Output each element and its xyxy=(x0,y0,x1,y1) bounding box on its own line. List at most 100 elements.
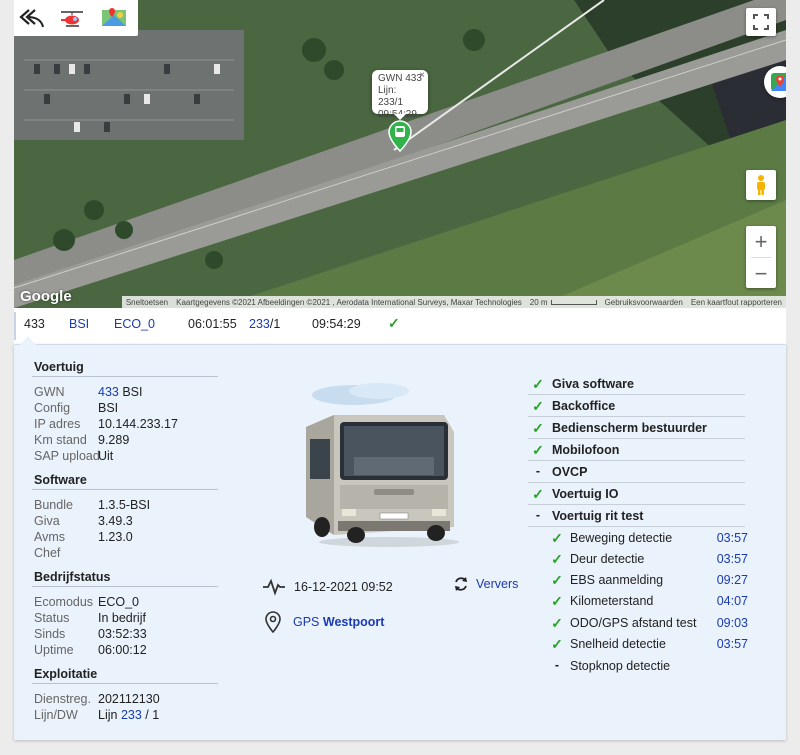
km-value: 9.289 xyxy=(98,433,130,447)
system-label: Bedienscherm bestuurder xyxy=(552,421,707,435)
row-time-last: 09:54:29 xyxy=(312,317,361,331)
rit-test-time: 09:03 xyxy=(716,616,748,630)
row-indicator xyxy=(14,312,16,340)
chef-label: Chef xyxy=(34,546,61,560)
rit-test-time: 03:57 xyxy=(716,531,748,545)
keyboard-shortcuts-link[interactable]: Sneltoetsen xyxy=(122,298,172,307)
config-value: BSI xyxy=(98,401,119,415)
system-item-bedienscherm: ✓ Bedienscherm bestuurder xyxy=(528,417,745,439)
report-error-link[interactable]: Een kaartfout rapporteren xyxy=(687,298,786,307)
google-logo: Google xyxy=(20,288,72,305)
row-line: 233/1 xyxy=(249,317,280,331)
rit-test-label: Kilometerstand xyxy=(570,594,654,608)
row-line-link[interactable]: 233 xyxy=(249,317,270,331)
rit-test-time: 03:57 xyxy=(716,637,748,651)
sinds-label: Sinds xyxy=(34,627,66,641)
refresh-label: Ververs xyxy=(476,577,519,591)
check-icon: ✓ xyxy=(551,615,563,631)
dienstreg-value: 202112130 xyxy=(98,692,160,706)
lijn-number-link[interactable]: 233 xyxy=(121,708,142,722)
helicopter-icon[interactable] xyxy=(54,4,90,32)
bundle-label: Bundle xyxy=(34,498,73,512)
bedrijfstatus-title: Bedrijfstatus xyxy=(34,570,111,584)
status-value: In bedrijf xyxy=(98,611,146,625)
infowindow-close-button[interactable]: × xyxy=(419,70,425,82)
ecomodus-value: ECO_0 xyxy=(98,595,139,609)
gwn-value: 433 BSI xyxy=(98,385,142,399)
check-icon: ✓ xyxy=(551,636,563,652)
avms-value: 1.23.0 xyxy=(98,530,133,544)
config-label: Config xyxy=(34,401,71,415)
exploitatie-rule xyxy=(32,683,218,684)
sap-value: Uit xyxy=(98,449,114,463)
scale-bar xyxy=(550,299,597,305)
voertuig-rule xyxy=(32,376,218,377)
rit-test-time: 03:57 xyxy=(716,552,748,566)
ip-value-link[interactable]: 10.144.233.17 xyxy=(98,417,178,431)
ecomodus-label: Ecomodus xyxy=(34,595,94,609)
rit-test-label: Deur detectie xyxy=(570,552,645,566)
avms-label: Avms xyxy=(34,530,66,544)
map-attribution: Sneltoetsen Kaartgegevens ©2021 Afbeeldi… xyxy=(121,296,786,308)
row-status-check-icon: ✓ xyxy=(388,315,400,331)
check-icon: ✓ xyxy=(532,420,544,436)
vehicle-detail-panel: Voertuig GWN 433 BSI Config BSI IP adres… xyxy=(14,336,786,740)
fullscreen-button[interactable] xyxy=(746,8,776,36)
map-data-text: Kaartgegevens ©2021 Afbeeldingen ©2021 ,… xyxy=(176,297,522,307)
system-item-voertuig-io: ✓ Voertuig IO xyxy=(528,483,745,505)
activity-icon xyxy=(262,578,286,601)
fullscreen-icon xyxy=(753,14,769,30)
bus-marker-icon[interactable] xyxy=(388,120,412,157)
rit-test-time: 04:07 xyxy=(716,594,748,608)
row-line-suffix: /1 xyxy=(269,317,281,331)
sinds-value: 03:52:33 xyxy=(98,627,147,641)
map-layer-icon[interactable] xyxy=(96,4,132,32)
dash-icon: - xyxy=(535,464,541,478)
bedrijfstatus-rule xyxy=(32,586,218,587)
check-icon: ✓ xyxy=(532,442,544,458)
system-item-ovcp: - OVCP xyxy=(528,461,745,483)
lijn-dw-value: Lijn 233 / 1 xyxy=(98,708,159,722)
software-title: Software xyxy=(34,473,87,487)
system-label: Giva software xyxy=(552,377,634,391)
giva-value: 3.49.3 xyxy=(98,514,133,528)
rit-test-snelheid: ✓ Snelheid detectie 03:57 xyxy=(548,635,748,656)
gps-location-link[interactable]: Westpoort xyxy=(323,615,385,629)
infowindow-line: Lijn: 233/1 xyxy=(378,85,404,108)
refresh-button[interactable]: Ververs xyxy=(452,575,518,593)
status-label: Status xyxy=(34,611,70,625)
back-icon[interactable] xyxy=(14,4,50,32)
gwn-owner: BSI xyxy=(118,385,143,399)
gwn-number-link[interactable]: 433 xyxy=(98,385,119,399)
terms-link[interactable]: Gebruiksvoorwaarden xyxy=(601,298,687,307)
check-icon: ✓ xyxy=(551,593,563,609)
system-label: Voertuig IO xyxy=(552,487,619,501)
check-icon: ✓ xyxy=(532,398,544,414)
row-owner-link[interactable]: BSI xyxy=(69,317,89,331)
system-item-mobilofoon: ✓ Mobilofoon xyxy=(528,439,745,461)
zoom-out-button[interactable]: − xyxy=(746,258,776,289)
rit-test-label: EBS aanmelding xyxy=(570,573,664,587)
ip-label: IP adres xyxy=(34,417,81,431)
zoom-in-button[interactable]: + xyxy=(746,226,776,257)
rit-test-deur: ✓ Deur detectie 03:57 xyxy=(548,550,748,571)
sap-label: SAP upload xyxy=(34,449,100,463)
vehicle-row[interactable]: 433 BSI ECO_0 06:01:55 233/1 09:54:29 ✓ xyxy=(14,308,786,344)
check-icon: ✓ xyxy=(551,572,563,588)
street-view-button[interactable] xyxy=(746,170,776,200)
system-label: Backoffice xyxy=(552,399,616,413)
km-label: Km stand xyxy=(34,433,87,447)
lijn-dw-suffix: / 1 xyxy=(141,708,160,722)
system-item-voertuig-rit-test: - Voertuig rit test xyxy=(528,505,745,527)
vehicle-infowindow: × GWN 433 Lijn: 233/1 09:54:29 xyxy=(372,70,428,120)
rit-test-odo-gps: ✓ ODO/GPS afstand test 09:03 xyxy=(548,614,748,635)
dash-icon: - xyxy=(535,508,541,522)
infowindow-gwn: GWN 433 xyxy=(378,73,422,84)
row-mode-link[interactable]: ECO_0 xyxy=(114,317,155,331)
bus-image xyxy=(294,377,464,547)
scale-label: 20 m xyxy=(526,298,601,307)
gps-prefix: GPS xyxy=(293,615,323,629)
map-view[interactable]: + − × GWN 433 Lijn: 233/1 09:54:29 Googl… xyxy=(14,0,786,308)
pegman-icon xyxy=(757,175,765,195)
rit-test-time: 09:27 xyxy=(716,573,748,587)
